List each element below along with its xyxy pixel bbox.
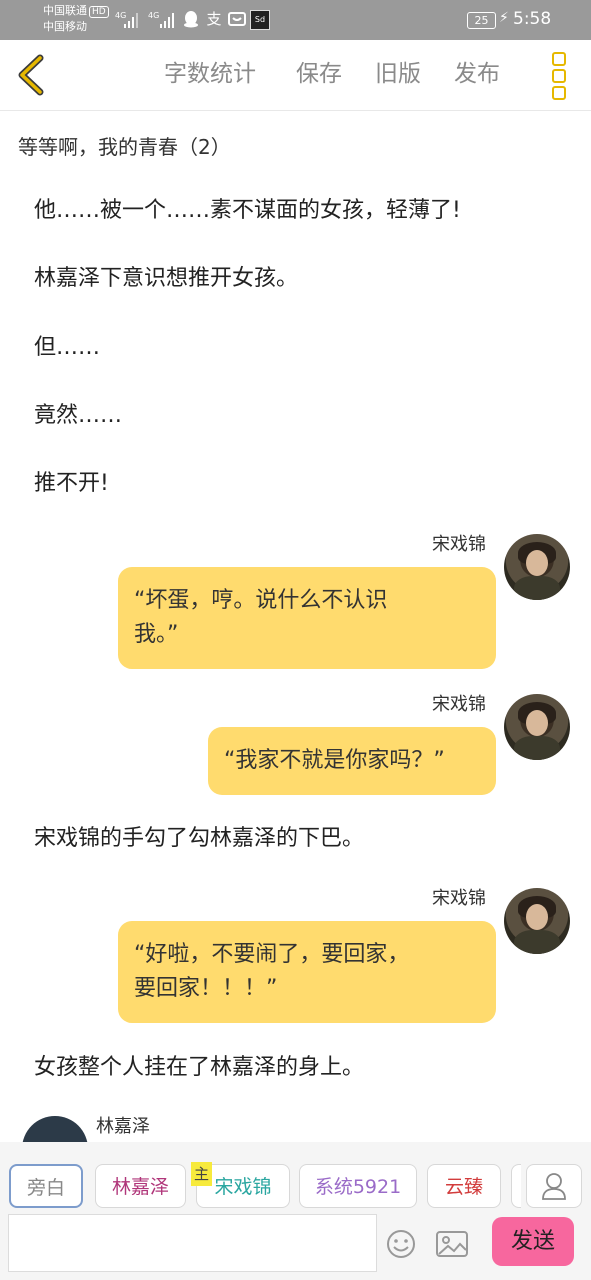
signal-bars-1-icon xyxy=(124,12,138,28)
clock: 5:58 xyxy=(513,9,552,29)
character-button-system[interactable]: 系统5921 xyxy=(299,1164,417,1208)
save-button[interactable]: 保存 xyxy=(296,58,342,90)
charging-icon: ⚡ xyxy=(499,10,509,26)
dialogue-bubble[interactable]: “我家不就是你家吗？” xyxy=(208,727,496,795)
character-button-yunzhen[interactable]: 云臻 xyxy=(427,1164,501,1208)
speaker-name: 宋戏锦 xyxy=(432,694,486,715)
publish-button[interactable]: 发布 xyxy=(454,58,500,90)
network-type-2: 4G xyxy=(148,11,160,20)
dialogue-text: 我。” xyxy=(134,622,179,647)
emoji-icon xyxy=(387,1230,415,1258)
more-dot-icon xyxy=(552,86,566,100)
add-character-button[interactable] xyxy=(526,1164,582,1208)
character-button-linjiaze[interactable]: 林嘉泽 xyxy=(95,1164,186,1208)
narration-line[interactable]: 推不开! xyxy=(34,469,109,499)
dialogue-text: “我家不就是你家吗？” xyxy=(224,748,445,773)
dialogue-bubble[interactable]: “坏蛋，哼。说什么不认识 我。” xyxy=(118,567,496,669)
avatar[interactable] xyxy=(504,888,570,954)
battery-indicator: 25 xyxy=(467,12,496,29)
narration-line[interactable]: 他……被一个……素不谋面的女孩，轻薄了! xyxy=(34,196,461,226)
old-version-button[interactable]: 旧版 xyxy=(375,58,421,90)
character-button-more[interactable] xyxy=(511,1164,521,1208)
speaker-name: 宋戏锦 xyxy=(432,888,486,909)
more-menu-button[interactable] xyxy=(548,52,570,102)
user-icon xyxy=(542,1173,566,1200)
narration-line[interactable]: 宋戏锦的手勾了勾林嘉泽的下巴。 xyxy=(34,824,364,854)
narration-line[interactable]: 但…… xyxy=(34,333,100,363)
app-notification-icon: Sd xyxy=(250,10,270,30)
back-button[interactable] xyxy=(12,52,52,98)
composer-bar: 旁白 林嘉泽 宋戏锦 主 系统5921 云臻 发送 xyxy=(0,1142,591,1280)
chapter-title[interactable]: 等等啊，我的青春（2） xyxy=(18,132,231,162)
dialogue-text: “好啦，不要闹了，要回家， xyxy=(134,942,410,967)
narrator-button[interactable]: 旁白 xyxy=(9,1164,83,1208)
narration-line[interactable]: 竟然…… xyxy=(34,401,122,431)
more-dot-icon xyxy=(552,52,566,66)
avatar[interactable] xyxy=(504,534,570,600)
host-tag: 主 xyxy=(191,1162,212,1186)
send-button[interactable]: 发送 xyxy=(492,1217,574,1266)
speaker-name: 宋戏锦 xyxy=(432,534,486,555)
carrier-info: 中国联通 HD 中国移动 xyxy=(43,3,109,35)
taobao-icon xyxy=(228,10,246,28)
chevron-left-icon xyxy=(18,54,44,96)
dialogue-bubble[interactable]: “好啦，不要闹了，要回家， 要回家！！！” xyxy=(118,921,496,1023)
narration-line[interactable]: 女孩整个人挂在了林嘉泽的身上。 xyxy=(34,1053,364,1083)
avatar[interactable] xyxy=(504,694,570,760)
qq-icon xyxy=(182,10,200,28)
word-count-button[interactable]: 字数统计 xyxy=(164,58,256,90)
signal-bars-2-icon xyxy=(160,12,174,28)
alipay-icon: 支 xyxy=(206,10,222,28)
dialogue-text: “坏蛋，哼。说什么不认识 xyxy=(134,588,388,613)
more-dot-icon xyxy=(552,69,566,83)
narration-line[interactable]: 林嘉泽下意识想推开女孩。 xyxy=(34,264,298,294)
emoji-button[interactable] xyxy=(385,1228,417,1260)
editor-toolbar: 字数统计 保存 旧版 发布 xyxy=(0,40,591,111)
message-input[interactable] xyxy=(8,1214,377,1272)
image-button[interactable] xyxy=(435,1229,469,1259)
carrier1: 中国联通 xyxy=(43,4,87,17)
speaker-name: 林嘉泽 xyxy=(96,1116,150,1137)
carrier2: 中国移动 xyxy=(43,20,87,33)
image-icon xyxy=(436,1231,468,1257)
hd-badge: HD xyxy=(89,6,109,18)
dialogue-text: 要回家！！！” xyxy=(134,976,278,1001)
status-bar: 中国联通 HD 中国移动 4G 4G 支 Sd 25 ⚡ 5:58 xyxy=(0,0,591,40)
